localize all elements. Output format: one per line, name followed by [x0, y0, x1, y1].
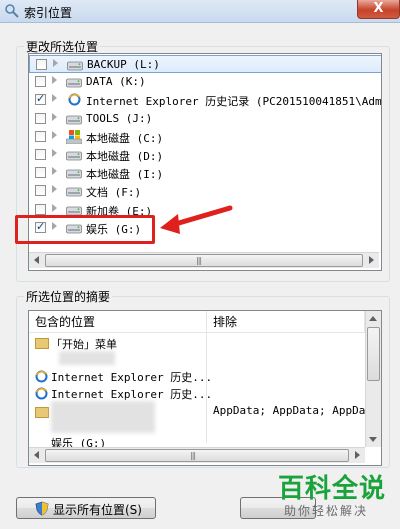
drive-icon [66, 169, 82, 179]
watermark-main: 百科全说 [278, 474, 387, 504]
expand-arrow-icon[interactable] [52, 203, 57, 212]
expand-arrow-icon[interactable] [52, 130, 57, 139]
locations-hscrollbar[interactable]: ||| [29, 252, 379, 268]
location-checkbox[interactable] [35, 92, 46, 106]
annotation-highlight-box [15, 215, 155, 244]
location-checkbox[interactable] [35, 185, 46, 197]
folder-icon [35, 407, 49, 418]
tree-item[interactable]: 本地磁盘 (C:) [29, 128, 381, 146]
table-row-excluded: AppData; AppData; AppData [213, 404, 379, 417]
tree-item[interactable]: 文档 (F:) [29, 182, 381, 200]
tree-item-label: 本地磁盘 (D:) [86, 150, 164, 163]
expand-arrow-icon[interactable] [52, 112, 57, 121]
ie-icon [68, 93, 81, 106]
show-all-label: 显示所有位置(S) [53, 503, 142, 517]
window-title: 索引位置 [24, 6, 73, 20]
location-checkbox[interactable] [35, 76, 46, 88]
scroll-right-icon[interactable] [369, 256, 374, 264]
scroll-down-icon[interactable] [369, 437, 377, 442]
expand-arrow-icon[interactable] [52, 167, 57, 176]
table-row-included: Internet Explorer 历史... [51, 388, 213, 401]
scroll-left-icon[interactable] [34, 451, 39, 459]
col-header-excluded[interactable]: 排除 [207, 311, 365, 333]
expand-arrow-icon[interactable] [52, 149, 57, 157]
tree-item[interactable]: TOOLS (J:) [29, 110, 381, 128]
watermark-sub: 助你轻松解决 [284, 504, 369, 518]
tree-item-label: DATA (K:) [86, 75, 146, 89]
table-row-included: 「开始」菜单 [51, 338, 117, 351]
shield-icon [35, 501, 49, 516]
drive-icon [66, 151, 82, 161]
drive-icon [67, 61, 83, 71]
tree-item[interactable]: 本地磁盘 (I:) [29, 164, 381, 182]
scroll-thumb[interactable]: ||| [45, 449, 349, 462]
location-checkbox[interactable] [35, 130, 46, 142]
expand-arrow-icon[interactable] [53, 59, 58, 67]
tree-item-label: 文档 (F:) [86, 186, 142, 200]
tree-item-label: 本地磁盘 (I:) [86, 168, 164, 182]
show-all-locations-button[interactable]: 显示所有位置(S) [16, 497, 156, 519]
drive-icon [66, 187, 82, 197]
expand-arrow-icon[interactable] [52, 94, 57, 103]
location-checkbox[interactable] [36, 59, 47, 70]
summary-hscrollbar[interactable]: ||| [29, 447, 365, 463]
ie-icon [35, 370, 48, 383]
tree-item[interactable]: DATA (K:) [29, 73, 381, 91]
windows-drive-icon [66, 129, 82, 144]
tree-item-label: 本地磁盘 (C:) [86, 131, 164, 145]
ie-icon [35, 387, 48, 400]
blurred-region [59, 351, 115, 365]
summary-group-label: 所选位置的摘要 [24, 288, 113, 305]
location-checkbox[interactable] [35, 167, 46, 179]
blurred-region [51, 401, 155, 433]
drive-icon [66, 78, 82, 88]
annotation-arrow-icon [160, 205, 233, 234]
summary-vscrollbar[interactable] [365, 311, 381, 447]
location-checkbox[interactable] [35, 203, 46, 215]
location-checkbox[interactable] [35, 112, 46, 124]
tree-item[interactable]: BACKUP (L:) [29, 55, 381, 73]
watermark: 百科全说 助你轻松解决 [256, 462, 400, 529]
scroll-left-icon[interactable] [34, 256, 39, 264]
scroll-up-icon[interactable] [369, 316, 377, 321]
close-button[interactable]: X [357, 0, 400, 19]
scroll-thumb[interactable] [367, 327, 380, 381]
expand-arrow-icon[interactable] [52, 76, 57, 85]
table-row-included: Internet Explorer 历史... [51, 371, 213, 384]
grip-icon: ||| [196, 256, 202, 265]
grip-icon: ||| [190, 451, 196, 460]
folder-icon [35, 338, 49, 349]
location-checkbox[interactable] [35, 149, 46, 160]
tree-item-label: BACKUP (L:) [87, 58, 160, 71]
tree-item-label: Internet Explorer 历史记录 (PC201510041851\A… [86, 95, 382, 109]
tree-item-label: TOOLS (J:) [86, 111, 153, 125]
summary-table[interactable]: 包含的位置 排除 「开始」菜单 Internet Explorer 历史... … [28, 310, 382, 466]
search-index-icon [5, 4, 19, 18]
title-bar: 索引位置 X [0, 0, 400, 23]
col-header-included[interactable]: 包含的位置 [29, 311, 207, 333]
drive-icon [66, 115, 82, 124]
tree-item[interactable]: 本地磁盘 (D:) [29, 146, 381, 164]
scroll-right-icon[interactable] [355, 451, 360, 459]
scroll-thumb[interactable]: ||| [45, 254, 363, 267]
tree-item[interactable]: Internet Explorer 历史记录 (PC201510041851\A… [29, 91, 382, 109]
expand-arrow-icon[interactable] [52, 185, 57, 194]
